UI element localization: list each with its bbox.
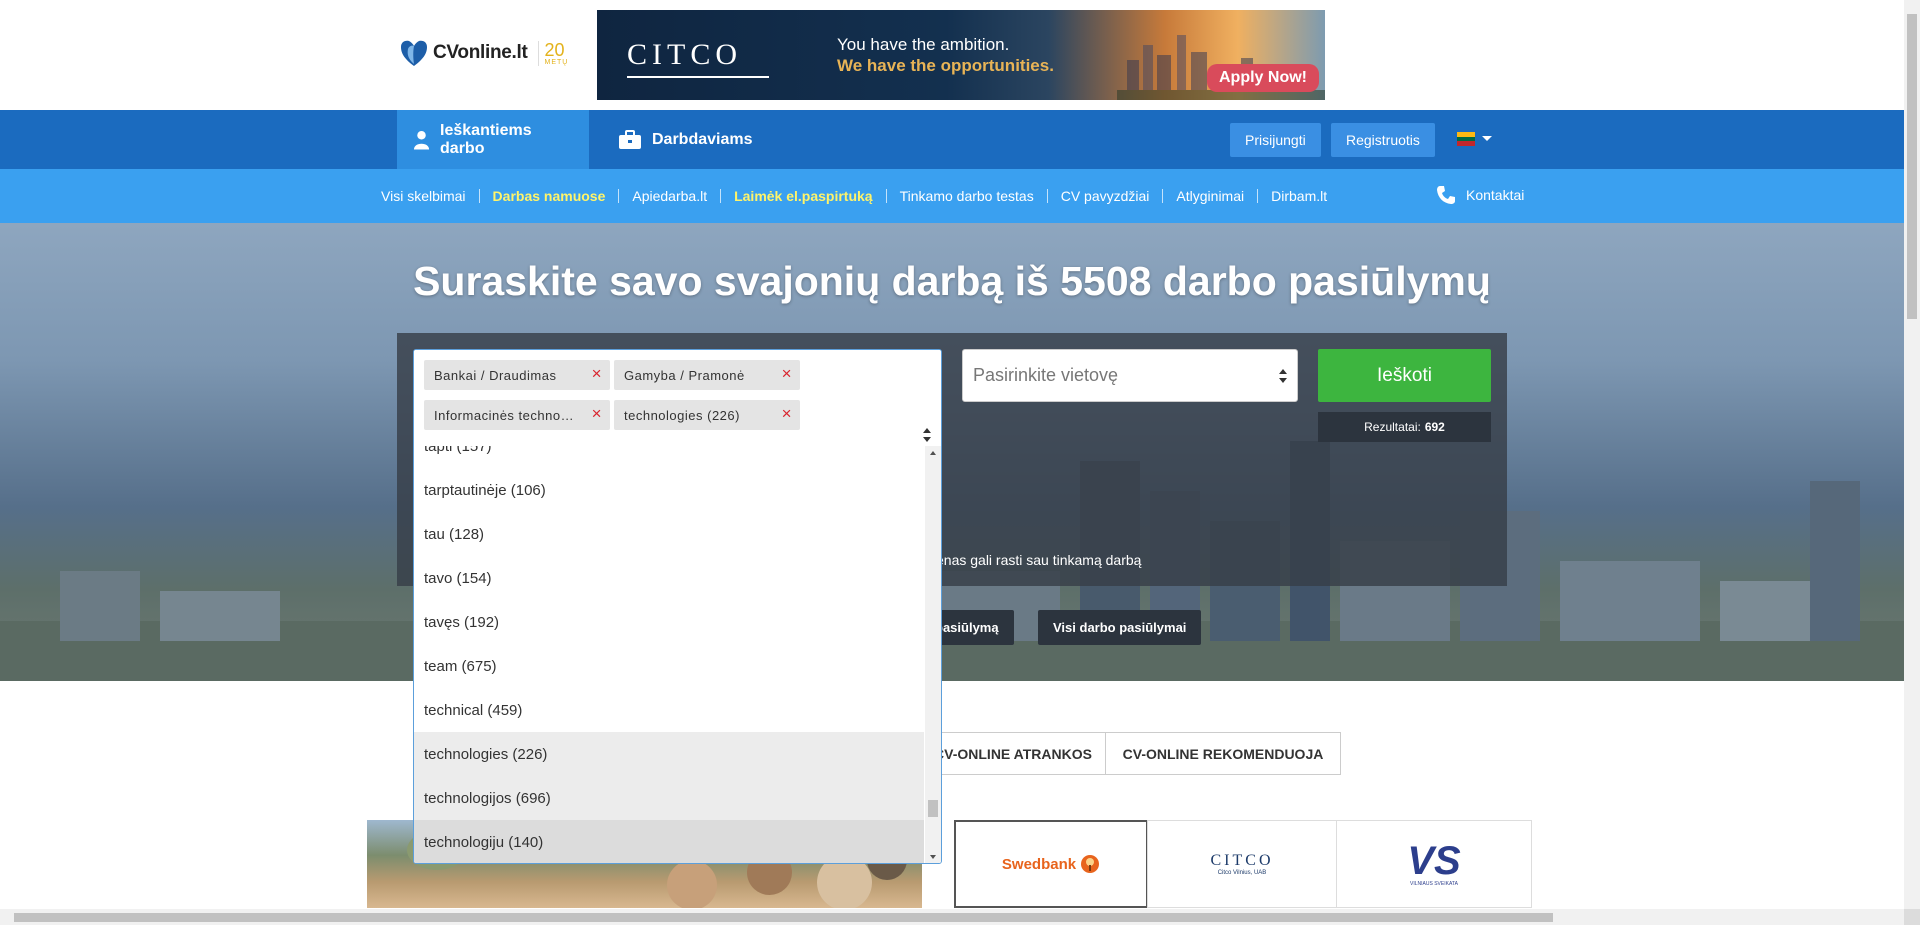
list-item[interactable]: tavo (154) [414,556,924,600]
options-scrollbar-thumb[interactable] [928,800,938,817]
location-select-placeholder: Pasirinkite vietovę [973,365,1119,385]
logo-heart-icon [401,40,427,66]
hero-title: Suraskite savo svajonių darbą iš 5508 da… [413,258,1491,304]
language-dropdown-caret-icon[interactable] [1482,136,1492,141]
banner-brand: CITCO [627,38,742,71]
select-arrows-icon [1279,369,1287,383]
hero-hint-text: enas gali rasti sau tinkamą darbą [936,552,1142,568]
results-label: Rezultatai: [1364,420,1421,434]
page-horizontal-scrollbar-thumb[interactable] [14,913,1553,922]
selected-tag-label: Gamyba / Pramonė [624,367,745,383]
selected-tag-label: Informacinės technologijos [434,407,574,423]
scroll-down-arrow-icon[interactable] [925,851,941,863]
remove-tag-icon[interactable]: × [782,365,792,382]
phone-icon [1437,186,1455,204]
subnav-item-cv-pavyzdziai[interactable]: CV pavyzdžiai [1048,189,1164,203]
search-button[interactable]: Ieškoti [1318,349,1491,402]
logo-years-label: METŲ [544,58,569,66]
logo-anniversary: 20 METŲ [537,39,569,66]
vs-logo-subtext: VILNIAUS SVEIKATA [1410,881,1458,887]
tab-cv-online-atrankos[interactable]: CV-ONLINE ATRANKOS [920,732,1106,775]
list-item[interactable]: tapti (157) [414,446,924,468]
secondary-nav: Visi skelbimai Darbas namuose Apiedarba.… [0,169,1904,223]
briefcase-icon [619,129,641,149]
user-icon [413,130,430,149]
list-item[interactable]: tarptautinėje (106) [414,468,924,512]
swedbank-oak-icon [1081,855,1100,873]
secondary-nav-list: Visi skelbimai Darbas namuose Apiedarba.… [368,169,1340,223]
logo-text: CVonline.lt [433,42,528,63]
list-item-selected[interactable]: technologies (226) [414,732,924,776]
swedbank-logo-card[interactable]: Swedbank [954,820,1148,908]
citco-logo-text: CITCO [1210,852,1274,869]
register-button[interactable]: Registruotis [1331,123,1435,157]
contacts-link[interactable]: Kontaktai [1436,185,1524,205]
logo-years: 20 [544,39,565,60]
selected-tag-label: Bankai / Draudimas [434,367,557,383]
vilniaus-sveikata-logo-card[interactable]: VS VILNIAUS SVEIKATA [1336,820,1532,908]
select-arrows-icon [923,428,931,442]
subnav-item-darbo-testas[interactable]: Tinkamo darbo testas [887,189,1048,203]
citco-banner-ad[interactable]: CITCO You have the ambition. We have the… [597,10,1325,100]
tab-jobseekers[interactable]: Ieškantiems darbo [397,110,589,169]
subnav-item-atlyginimai[interactable]: Atlyginimai [1163,189,1259,203]
page-vertical-scrollbar[interactable] [1904,0,1920,909]
citco-logo-subtext: Citco Vilnius, UAB [1217,870,1267,876]
subnav-item-darbas-namuose[interactable]: Darbas namuose [480,189,620,203]
contacts-label: Kontaktai [1466,187,1525,203]
location-select[interactable]: Pasirinkite vietovę [962,349,1298,402]
main-nav: Ieškantiems darbo Darbdaviams Prisijungt… [0,110,1904,169]
subnav-item-apiedarba[interactable]: Apiedarba.lt [619,189,722,203]
selected-tags: Bankai / Draudimas × Gamyba / Pramonė × … [414,350,941,446]
vs-logo-text: VS [1407,839,1461,883]
scrollbar-corner [1904,909,1920,925]
scroll-up-arrow-icon[interactable] [925,447,941,459]
banner-brand-underline [627,76,769,78]
cvonline-logo[interactable]: CVonline.lt 20 METŲ [399,36,568,70]
top-header: CVonline.lt 20 METŲ CITCO You have the a… [0,0,1904,110]
results-count: 692 [1424,420,1445,434]
banner-line2: We have the opportunities. [837,56,1054,75]
citco-logo-card[interactable]: CITCO Citco Vilnius, UAB [1147,820,1337,908]
banner-line1: You have the ambition. [837,35,1010,54]
keyword-options-list: tapti (157) tarptautinėje (106) tau (128… [414,446,924,863]
page-horizontal-scrollbar[interactable] [0,909,1904,925]
subnav-item-dirbam[interactable]: Dirbam.lt [1258,189,1340,203]
list-item[interactable]: tavęs (192) [414,600,924,644]
list-item-hovered[interactable]: technologiju (140) [414,820,924,863]
banner-apply-button[interactable]: Apply Now! [1207,64,1319,92]
remove-tag-icon[interactable]: × [592,365,602,382]
subnav-item-laimek[interactable]: Laimėk el.paspirtuką [721,189,887,203]
swedbank-logo-text: Swedbank [1001,855,1077,873]
tab-employers-label: Darbdaviams [652,130,753,148]
remove-tag-icon[interactable]: × [782,405,792,422]
list-item[interactable]: team (675) [414,644,924,688]
tab-cv-online-rekomenduoja[interactable]: CV-ONLINE REKOMENDUOJA [1105,732,1341,775]
selected-tag: Bankai / Draudimas × [424,360,610,390]
selected-tag: Informacinės technologijos × [424,400,610,430]
list-item[interactable]: tau (128) [414,512,924,556]
tab-jobseekers-label: Ieškantiems darbo [440,121,532,157]
subnav-item-visi-skelbimai[interactable]: Visi skelbimai [368,189,480,203]
tab-employers[interactable]: Darbdaviams [602,110,769,169]
lithuania-flag-icon[interactable] [1457,132,1475,146]
remove-tag-icon[interactable]: × [592,405,602,422]
all-offers-button[interactable]: Visi darbo pasiūlymai [1038,610,1202,645]
page-vertical-scrollbar-thumb[interactable] [1907,14,1917,319]
list-item[interactable]: technical (459) [414,688,924,732]
selected-tag-label: technologies (226) [624,407,740,423]
results-counter: Rezultatai: 692 [1318,412,1491,442]
list-item[interactable]: technologijos (696) [414,776,924,820]
selected-tag: Gamyba / Pramonė × [614,360,800,390]
keyword-multiselect[interactable]: Bankai / Draudimas × Gamyba / Pramonė × … [413,349,942,864]
selected-tag: technologies (226) × [614,400,800,430]
login-button[interactable]: Prisijungti [1230,123,1321,157]
